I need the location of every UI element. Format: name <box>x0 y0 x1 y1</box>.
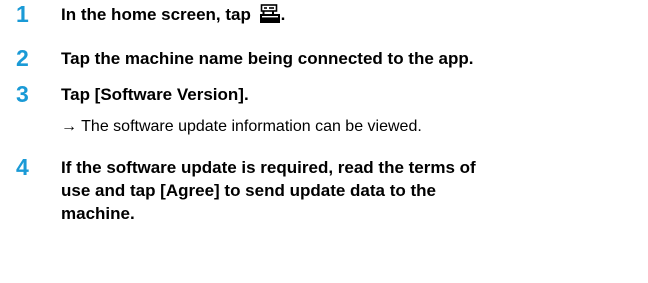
step-number: 3 <box>16 81 29 107</box>
step-text: Tap [Software Version]. <box>61 85 249 104</box>
step-text-line: use and tap [Agree] to send update data … <box>61 181 436 200</box>
machine-settings-icon <box>259 4 281 30</box>
step-text-line: machine. <box>61 204 135 223</box>
step-result: → The software update information can be… <box>61 118 422 135</box>
step-text: If the software update is required, read… <box>61 156 621 225</box>
step-text-after-icon: . <box>280 5 286 24</box>
step-number: 1 <box>16 1 29 27</box>
step-text: In the home screen, tap . <box>61 3 621 30</box>
step-text-before-icon: In the home screen, tap <box>61 5 256 24</box>
step-text: Tap the machine name being connected to … <box>61 49 474 68</box>
step-number: 4 <box>16 154 29 180</box>
step-text-line: If the software update is required, read… <box>61 158 476 177</box>
step-number: 2 <box>16 45 29 71</box>
